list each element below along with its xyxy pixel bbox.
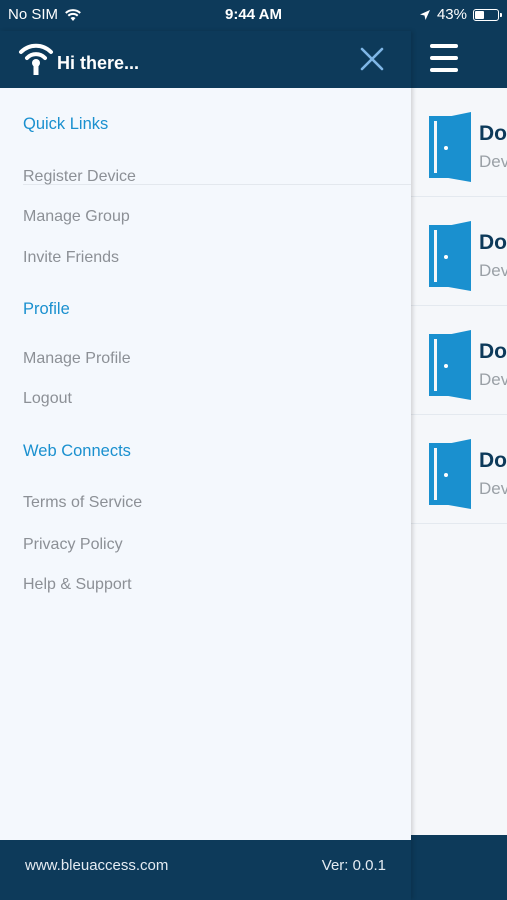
device-row[interactable]: Do Dev <box>411 88 507 197</box>
battery-fill <box>475 10 485 19</box>
status-right: 43% <box>419 6 502 23</box>
website-link[interactable]: www.bleuaccess.com <box>25 857 168 874</box>
battery-percent: 43% <box>436 6 467 23</box>
wifi-logo-icon <box>19 43 53 75</box>
device-row[interactable]: Do Dev <box>411 415 507 524</box>
main-footer <box>411 835 507 900</box>
device-subtitle: Dev <box>479 152 507 171</box>
device-name: Do <box>479 340 507 363</box>
menu-item-privacy-policy[interactable]: Privacy Policy <box>23 536 123 554</box>
device-name: Do <box>479 449 507 472</box>
battery-icon <box>473 8 502 21</box>
section-title-web-connects: Web Connects <box>23 442 131 460</box>
device-subtitle: Dev <box>479 370 507 389</box>
door-icon <box>429 439 471 509</box>
main-header <box>411 31 507 88</box>
menu-item-manage-profile[interactable]: Manage Profile <box>23 350 131 368</box>
navigation-drawer: Hi there... Quick Links Register Device … <box>0 31 411 900</box>
door-icon <box>429 112 471 182</box>
device-subtitle: Dev <box>479 261 507 280</box>
section-title-profile: Profile <box>23 300 70 318</box>
door-icon <box>429 330 471 400</box>
menu-item-register-device[interactable]: Register Device <box>23 168 136 186</box>
version-label: Ver: 0.0.1 <box>321 857 386 874</box>
main-page: Do Dev Do Dev Do Dev Do Dev <box>411 31 507 900</box>
menu-item-logout[interactable]: Logout <box>23 390 72 408</box>
close-icon[interactable] <box>358 45 386 73</box>
location-arrow-icon <box>419 9 430 20</box>
menu-item-invite-friends[interactable]: Invite Friends <box>23 249 119 267</box>
section-title-quick-links: Quick Links <box>23 115 109 133</box>
menu-item-manage-group[interactable]: Manage Group <box>23 208 130 226</box>
device-row[interactable]: Do Dev <box>411 197 507 306</box>
device-name: Do <box>479 231 507 254</box>
menu-item-terms-of-service[interactable]: Terms of Service <box>23 494 142 512</box>
door-icon <box>429 221 471 291</box>
device-name: Do <box>479 122 507 145</box>
menu-item-help-support[interactable]: Help & Support <box>23 576 132 594</box>
device-list: Do Dev Do Dev Do Dev Do Dev <box>411 88 507 524</box>
status-bar: No SIM 9:44 AM 43% <box>0 0 507 31</box>
drawer-header: Hi there... <box>0 31 411 88</box>
device-subtitle: Dev <box>479 479 507 498</box>
device-row[interactable]: Do Dev <box>411 306 507 415</box>
greeting-text: Hi there... <box>57 53 140 73</box>
drawer-footer: www.bleuaccess.com Ver: 0.0.1 <box>0 840 411 900</box>
hamburger-menu-icon[interactable] <box>430 44 458 72</box>
